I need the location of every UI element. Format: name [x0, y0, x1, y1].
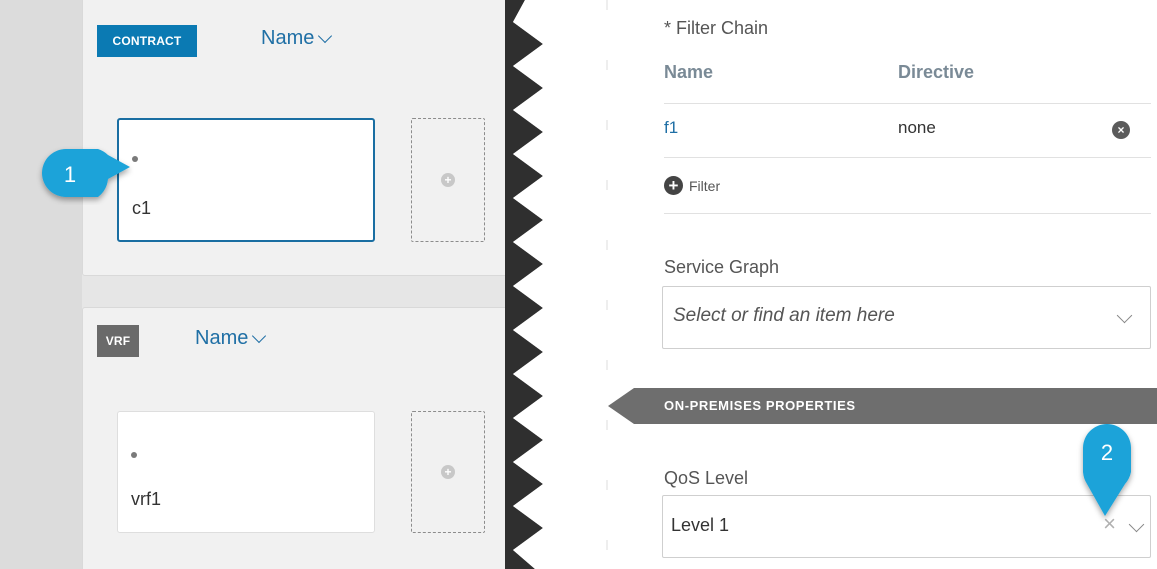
filter-row-name-link[interactable]: f1 [664, 118, 678, 138]
plus-circle-icon: + [441, 465, 455, 479]
panel-divider [606, 0, 608, 569]
contract-item-c1[interactable]: c1 [117, 118, 375, 242]
contract-card: CONTRACT Name c1 + [82, 0, 527, 276]
vrf-item-vrf1[interactable]: vrf1 [117, 411, 375, 533]
column-header-name: Name [664, 62, 714, 82]
contract-tag: CONTRACT [97, 25, 197, 57]
column-header-directive: Directive [898, 62, 975, 82]
contract-item-label: c1 [132, 198, 152, 218]
step-2-callout: 2 [1083, 424, 1131, 516]
torn-edge-divider [505, 0, 565, 569]
app-root: CONTRACT Name c1 + VRF Name vrf1 + * Fil… [0, 0, 1157, 569]
vrf-sort-dropdown[interactable]: Name [195, 327, 267, 350]
canvas-gutter [0, 0, 82, 569]
table-divider [664, 103, 1151, 104]
schema-canvas: CONTRACT Name c1 + VRF Name vrf1 + [0, 0, 540, 569]
contract-sort-label: Name [261, 27, 315, 49]
vrf-item-label: vrf1 [131, 489, 162, 509]
vrf-tag: VRF [97, 325, 139, 357]
qos-level-label: QoS Level [664, 468, 749, 488]
vrf-sort-label: Name [195, 327, 249, 349]
plus-circle-icon: + [664, 176, 683, 195]
vrf-card: VRF Name vrf1 + [82, 307, 527, 569]
service-graph-placeholder: Select or find an item here [673, 305, 895, 326]
add-vrf-button[interactable]: + [411, 411, 485, 533]
add-filter-button[interactable]: + Filter [664, 176, 720, 195]
step-2-number: 2 [1101, 440, 1113, 465]
contract-sort-dropdown[interactable]: Name [261, 27, 333, 50]
plus-circle-icon: + [441, 173, 455, 187]
properties-panel [565, 0, 1157, 569]
remove-filter-button[interactable]: × [1112, 121, 1130, 139]
table-divider [664, 157, 1151, 158]
service-graph-select[interactable]: Select or find an item here [662, 286, 1151, 349]
add-contract-button[interactable]: + [411, 118, 485, 242]
close-circle-icon: × [1117, 123, 1125, 137]
chevron-down-icon [252, 328, 267, 344]
add-filter-label: Filter [689, 177, 721, 194]
qos-level-value: Level 1 [671, 515, 730, 535]
step-1-callout: 1 [42, 149, 130, 197]
on-premises-section-title: ON-PREMISES PROPERTIES [664, 398, 856, 413]
service-graph-label: Service Graph [664, 257, 780, 277]
table-divider [664, 213, 1151, 214]
status-dot-icon [131, 452, 137, 458]
chevron-down-icon [1116, 307, 1133, 324]
step-1-number: 1 [64, 162, 76, 187]
chevron-down-icon [318, 28, 333, 44]
filter-row-directive: none [898, 118, 936, 137]
filter-chain-title: * Filter Chain [664, 18, 769, 38]
